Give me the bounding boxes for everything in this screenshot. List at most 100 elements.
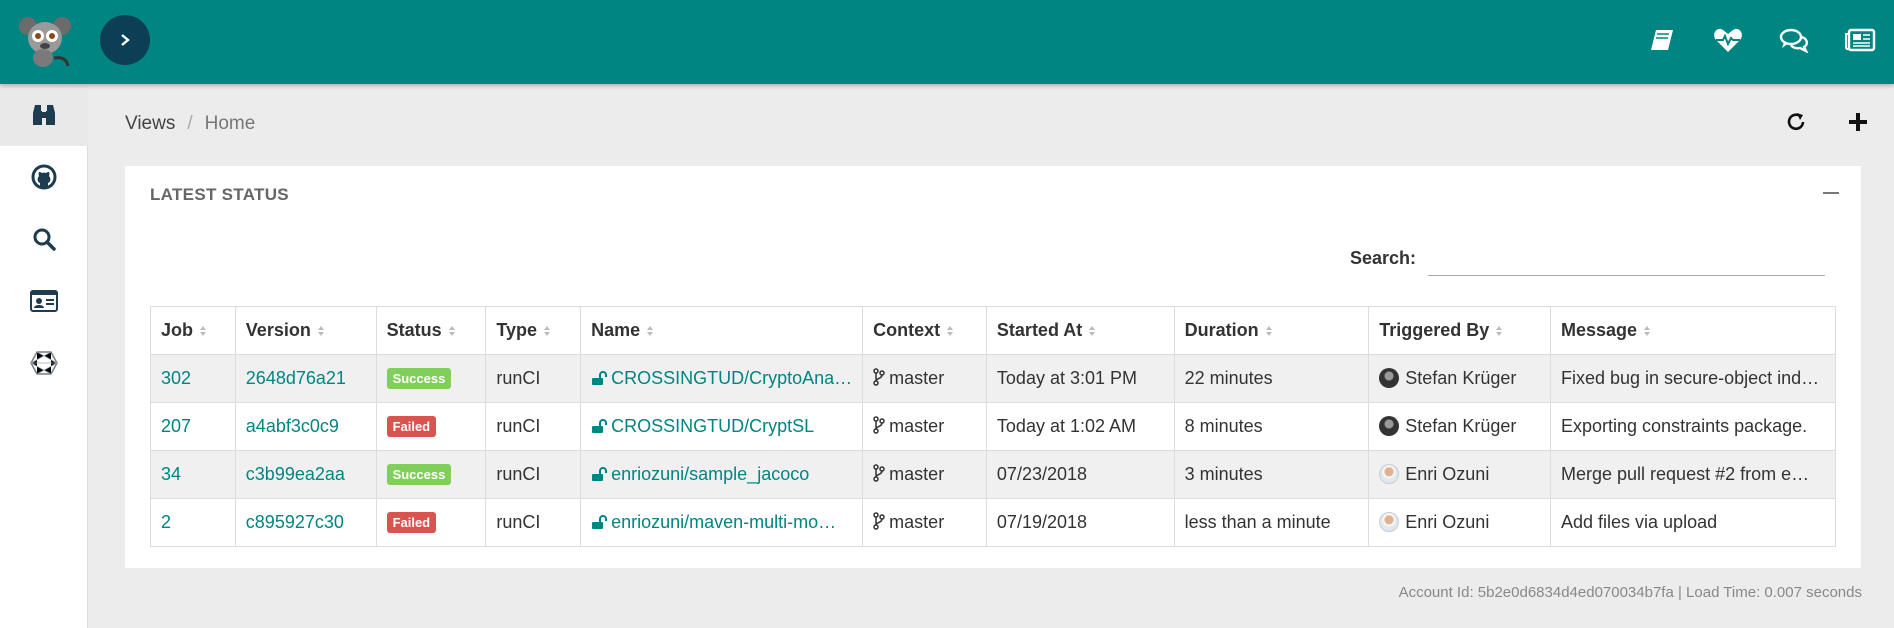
cell-job[interactable]: 2: [150, 498, 236, 547]
chevron-right-icon: [121, 34, 130, 46]
repo-link[interactable]: enriozuni/maven-multi-mo…: [611, 512, 836, 532]
sidebar-item-accounts[interactable]: [0, 270, 88, 332]
table-row[interactable]: 2 c895927c30 Failed runCI enriozuni/maven-mu…: [150, 498, 1836, 547]
cell-version[interactable]: a4abf3c0c9: [234, 402, 377, 451]
cell-type: runCI: [485, 498, 582, 547]
unlock-icon: [592, 419, 608, 433]
cell-triggered-by: Stefan Krüger: [1368, 354, 1551, 403]
breadcrumb-separator: /: [187, 113, 193, 134]
cell-version[interactable]: c3b99ea2aa: [234, 450, 377, 499]
cell-started-at: 07/19/2018: [985, 498, 1175, 547]
search-label: Search:: [1350, 248, 1417, 268]
sidebar-item-views[interactable]: [0, 84, 88, 146]
table-row[interactable]: 302 2648d76a21 Success runCI CROSSINGTUD/Cry…: [150, 354, 1836, 403]
latest-status-panel: LATEST STATUS Search: Job Version Status Ty…: [125, 166, 1861, 568]
unlock-icon: [592, 515, 608, 529]
branch-icon: [873, 464, 885, 482]
cell-status: Failed: [375, 498, 487, 547]
column-header-duration[interactable]: Duration: [1173, 306, 1370, 355]
refresh-button[interactable]: [1782, 108, 1810, 136]
column-header-label: Started At: [996, 320, 1083, 340]
job-link[interactable]: 2: [161, 512, 171, 532]
sort-icon: [544, 326, 551, 337]
cell-duration: 3 minutes: [1173, 450, 1370, 499]
cell-type: runCI: [485, 354, 582, 403]
sort-icon: [947, 326, 954, 337]
job-link[interactable]: 302: [161, 368, 191, 388]
cell-message: Exporting constraints package.: [1550, 402, 1836, 451]
sidebar-item-network[interactable]: [0, 332, 88, 394]
newspaper-icon[interactable]: [1842, 22, 1878, 58]
column-header-triggered-by[interactable]: Triggered By: [1368, 306, 1551, 355]
refresh-icon: [1787, 113, 1805, 131]
add-view-button[interactable]: [1844, 108, 1872, 136]
cell-name[interactable]: enriozuni/maven-multi-mo…: [580, 498, 864, 547]
repo-link[interactable]: CROSSINGTUD/CryptoAna…: [611, 368, 852, 388]
cell-job[interactable]: 207: [150, 402, 236, 451]
heartbeat-icon[interactable]: [1710, 22, 1746, 58]
sidebar-item-search[interactable]: [0, 208, 88, 270]
cell-name[interactable]: CROSSINGTUD/CryptoAna…: [580, 354, 864, 403]
column-header-job[interactable]: Job: [150, 306, 236, 355]
repo-link[interactable]: CROSSINGTUD/CryptSL: [611, 416, 814, 436]
logo-icon[interactable]: [16, 14, 74, 68]
cell-type: runCI: [485, 402, 582, 451]
book-icon[interactable]: [1644, 22, 1680, 58]
avatar: [1379, 464, 1400, 484]
breadcrumb-views[interactable]: Views: [125, 113, 175, 135]
plus-icon: [1849, 113, 1867, 131]
sort-icon: [1265, 326, 1272, 337]
job-link[interactable]: 207: [161, 416, 191, 436]
cell-context: master: [862, 498, 987, 547]
cell-duration: 22 minutes: [1173, 354, 1370, 403]
column-header-message[interactable]: Message: [1550, 306, 1836, 355]
column-header-name[interactable]: Name: [580, 306, 864, 355]
repo-link[interactable]: enriozuni/sample_jacoco: [611, 464, 809, 484]
table-row[interactable]: 34 c3b99ea2aa Success runCI enriozuni/sample…: [150, 450, 1836, 499]
cell-job[interactable]: 34: [150, 450, 236, 499]
column-header-label: Name: [591, 320, 641, 340]
sidebar-toggle-button[interactable]: [100, 15, 150, 65]
column-header-label: Type: [496, 320, 538, 340]
job-link[interactable]: 34: [161, 464, 181, 484]
search-input[interactable]: [1428, 242, 1825, 276]
unlock-icon: [592, 467, 608, 481]
branch-name: master: [889, 416, 945, 436]
cell-message: Merge pull request #2 from e…: [1550, 450, 1836, 499]
branch-name: master: [889, 464, 945, 484]
branch-icon: [873, 512, 885, 530]
avatar: [1379, 368, 1400, 388]
status-table: Job Version Status Type Name Context Started A…: [150, 306, 1836, 547]
column-header-started-at[interactable]: Started At: [985, 306, 1175, 355]
hexagon-icon: [30, 351, 58, 375]
cell-triggered-by: Stefan Krüger: [1368, 402, 1551, 451]
user-name: Enri Ozuni: [1405, 464, 1490, 484]
cell-version[interactable]: c895927c30: [234, 498, 377, 547]
column-header-type[interactable]: Type: [485, 306, 582, 355]
cell-context: master: [862, 354, 987, 403]
panel-title: LATEST STATUS: [150, 185, 289, 204]
breadcrumb-home: Home: [204, 113, 256, 134]
version-link[interactable]: c895927c30: [246, 512, 344, 532]
column-header-context[interactable]: Context: [862, 306, 987, 355]
sidebar: [0, 84, 88, 628]
user-name: Enri Ozuni: [1405, 512, 1490, 532]
cell-name[interactable]: enriozuni/sample_jacoco: [580, 450, 864, 499]
cell-version[interactable]: 2648d76a21: [234, 354, 377, 403]
version-link[interactable]: a4abf3c0c9: [246, 416, 339, 436]
version-link[interactable]: 2648d76a21: [246, 368, 346, 388]
collapse-icon[interactable]: [1823, 192, 1839, 194]
cell-job[interactable]: 302: [150, 354, 236, 403]
version-link[interactable]: c3b99ea2aa: [246, 464, 345, 484]
status-badge: Failed: [386, 416, 437, 438]
cell-status: Success: [375, 450, 487, 499]
column-header-status[interactable]: Status: [375, 306, 487, 355]
cell-name[interactable]: CROSSINGTUD/CryptSL: [580, 402, 864, 451]
sidebar-item-github[interactable]: [0, 146, 88, 208]
user-name: Stefan Krüger: [1405, 416, 1517, 436]
table-row[interactable]: 207 a4abf3c0c9 Failed runCI CROSSINGTUD/Cryp…: [150, 402, 1836, 451]
unlock-icon: [592, 371, 608, 385]
status-badge: Failed: [386, 512, 437, 534]
comments-icon[interactable]: [1776, 22, 1812, 58]
column-header-version[interactable]: Version: [234, 306, 377, 355]
